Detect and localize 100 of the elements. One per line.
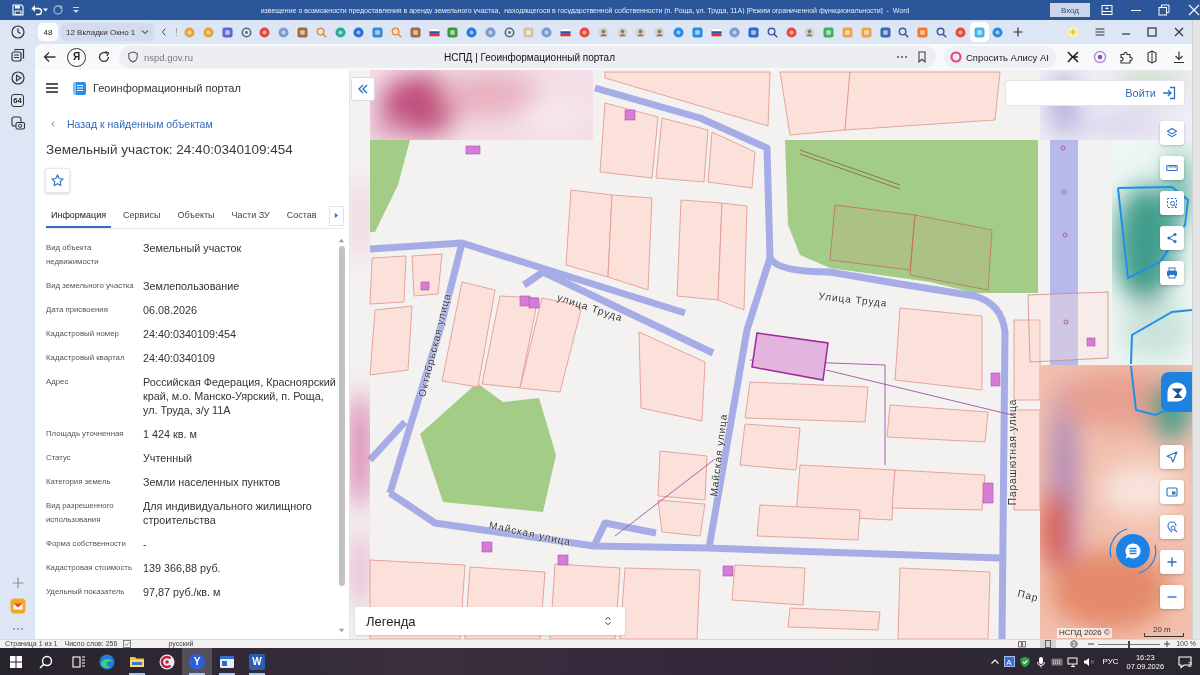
building[interactable]: [481, 541, 493, 553]
land-parcel[interactable]: [657, 450, 708, 501]
building[interactable]: [557, 554, 569, 566]
tab-count-button[interactable]: 48: [38, 23, 58, 41]
location-search-button[interactable]: [1160, 515, 1184, 539]
flag-icon: [710, 26, 722, 38]
minimap-button[interactable]: [1160, 480, 1184, 504]
panel-tab[interactable]: Сервисы: [118, 203, 166, 228]
land-parcel[interactable]: [707, 131, 756, 189]
search-icon[interactable]: [39, 654, 53, 669]
maximize-icon[interactable]: [1146, 26, 1159, 38]
ask-ai-button[interactable]: Спросить Алису AI: [944, 46, 1056, 68]
panel-tab[interactable]: Информация: [46, 203, 112, 228]
mail-icon[interactable]: [9, 598, 26, 614]
square-favicon-icon: [691, 26, 703, 38]
menu-icon[interactable]: [46, 82, 58, 94]
web-layout-icon[interactable]: [1070, 640, 1079, 648]
building[interactable]: [1086, 337, 1096, 347]
tick-box-icon[interactable]: [123, 640, 132, 648]
keyboard-layout-indicator[interactable]: A: [1003, 656, 1015, 667]
panel-tab[interactable]: Состав: [281, 203, 322, 228]
reload-icon[interactable]: [97, 50, 111, 64]
selected-parcel[interactable]: [751, 332, 829, 381]
close-icon[interactable]: [1172, 26, 1185, 38]
back-icon[interactable]: [43, 50, 57, 64]
scroll-up-icon[interactable]: [339, 238, 344, 243]
start-icon[interactable]: [9, 654, 23, 669]
share-button[interactable]: [1160, 226, 1184, 250]
camera-icon[interactable]: [10, 116, 25, 130]
area-select-button[interactable]: [1160, 191, 1184, 215]
building[interactable]: [982, 482, 994, 504]
land-parcel[interactable]: [411, 253, 443, 297]
new-tab-icon[interactable]: [1013, 27, 1024, 37]
microphone-icon[interactable]: [1034, 655, 1047, 668]
puzzle-icon[interactable]: [1118, 50, 1133, 64]
collapse-panel-button[interactable]: [351, 77, 375, 101]
read-mode-icon[interactable]: [1018, 640, 1027, 648]
building[interactable]: [465, 145, 481, 155]
clock-icon[interactable]: [10, 25, 25, 39]
scrollbar-thumb[interactable]: [338, 246, 345, 586]
building[interactable]: [624, 109, 636, 121]
land-parcel[interactable]: [599, 102, 659, 179]
panel-tab[interactable]: Части ЗУ: [226, 203, 275, 228]
ribbon-options-icon[interactable]: [1101, 4, 1113, 16]
property-value: Земли населенных пунктов: [143, 475, 282, 489]
building[interactable]: [528, 297, 540, 309]
side-tab-button[interactable]: [1161, 372, 1192, 412]
task-view-icon[interactable]: [72, 654, 86, 669]
back-link[interactable]: Назад к найденным объектам: [46, 112, 213, 136]
scroll-down-icon[interactable]: [339, 628, 344, 633]
zoom-out-icon[interactable]: [1088, 641, 1095, 647]
panel-tab[interactable]: Объекты: [172, 203, 220, 228]
close-icon[interactable]: [1188, 4, 1200, 16]
double-chevron-left-icon: [358, 84, 368, 94]
zoom-slider-thumb[interactable]: [1128, 640, 1131, 648]
building[interactable]: [722, 565, 734, 577]
ring-icon: [240, 26, 252, 38]
print-layout-view[interactable]: [1040, 640, 1057, 648]
ring-icon[interactable]: [1092, 50, 1107, 64]
building[interactable]: [519, 295, 531, 307]
plus-icon[interactable]: [10, 576, 25, 590]
land-parcel[interactable]: [909, 214, 993, 291]
caret-icon[interactable]: [43, 7, 48, 13]
shield-icon[interactable]: [1018, 655, 1031, 668]
layers-button[interactable]: [1160, 121, 1184, 145]
login-button[interactable]: Войти: [1005, 80, 1185, 106]
speaker-muted-icon[interactable]: [1082, 655, 1095, 668]
zoom-out-button[interactable]: [1160, 585, 1184, 609]
restore-icon[interactable]: [1158, 4, 1170, 16]
land-parcel[interactable]: [655, 117, 709, 183]
measure-button[interactable]: [1160, 156, 1184, 180]
land-parcel[interactable]: [638, 331, 706, 422]
sign-in-button[interactable]: Вход: [1050, 3, 1090, 17]
play-icon[interactable]: [10, 71, 25, 85]
round-favicon-icon: [203, 26, 214, 38]
land-parcel[interactable]: [481, 295, 539, 389]
favorite-button[interactable]: [45, 168, 70, 193]
input-language[interactable]: РУС: [1102, 657, 1119, 666]
taskbar-app[interactable]: Y: [182, 648, 212, 675]
building[interactable]: [420, 281, 430, 291]
save-icon[interactable]: [12, 4, 24, 16]
tabs-icon[interactable]: [10, 48, 25, 62]
zoom-in-icon[interactable]: [1164, 641, 1171, 647]
bookmark-icon[interactable]: [916, 51, 928, 63]
taskbar-app[interactable]: W: [242, 648, 272, 675]
crossed-lines-icon[interactable]: [1066, 50, 1081, 64]
download-icon[interactable]: [1171, 50, 1186, 64]
legend-dropdown[interactable]: Легенда: [355, 607, 625, 635]
next-tabs-button[interactable]: [328, 205, 344, 226]
building[interactable]: [990, 372, 1001, 387]
tab-group-button[interactable]: 12 Вкладки Окно 1: [61, 23, 155, 41]
land-parcel[interactable]: [1027, 291, 1109, 363]
undo-icon[interactable]: [31, 4, 43, 16]
customize-caret-icon[interactable]: [72, 6, 80, 14]
address-field[interactable]: nspd.gov.ru НСПД | Геоинформационный портал: [119, 46, 936, 68]
split-panel-icon[interactable]: [1145, 50, 1160, 64]
zoom-in-button[interactable]: [1160, 550, 1184, 574]
print-button[interactable]: [1160, 261, 1184, 285]
monitor-icon[interactable]: [1066, 655, 1079, 668]
locate-button[interactable]: [1160, 445, 1184, 469]
